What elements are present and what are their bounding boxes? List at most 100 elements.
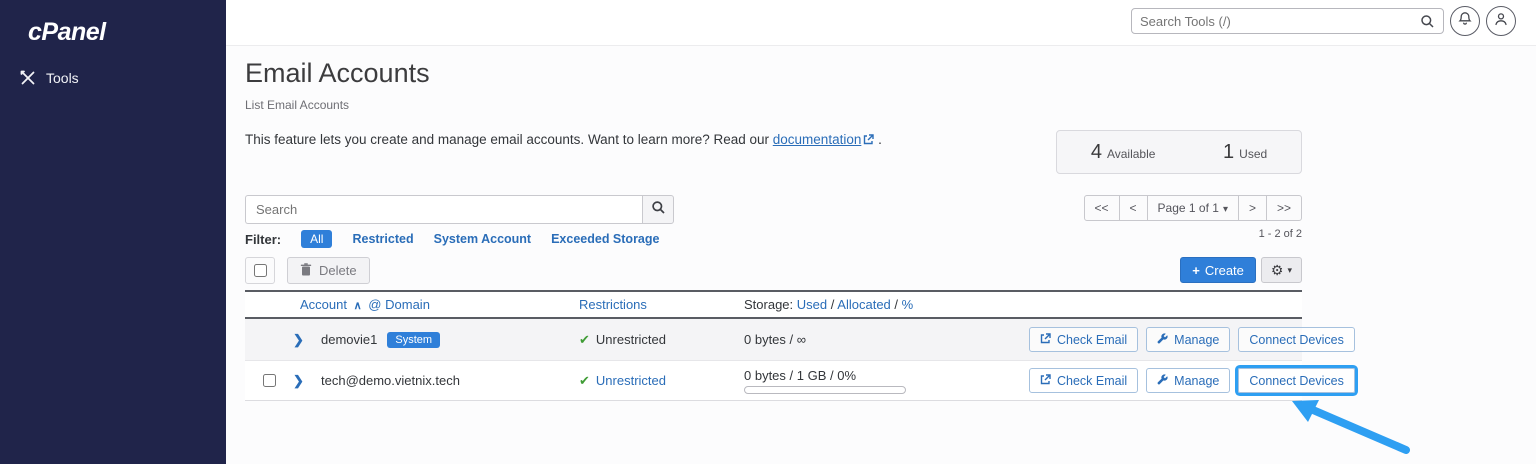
caret-down-icon: ▾: [1287, 265, 1292, 276]
system-badge: System: [387, 332, 440, 348]
settings-dropdown-button[interactable]: ⚙ ▾: [1261, 257, 1302, 283]
sort-percent-link[interactable]: %: [902, 297, 914, 312]
notifications-button[interactable]: [1450, 6, 1480, 36]
storage-value: 0 bytes / 1 GB / 0%: [744, 368, 856, 383]
topbar: [226, 0, 1536, 46]
restriction-value: Unrestricted: [596, 332, 666, 347]
account-name: tech@demo.vietnix.tech: [321, 373, 460, 388]
used-value: 1: [1223, 141, 1234, 164]
connect-devices-button[interactable]: Connect Devices: [1238, 327, 1355, 352]
description-text: This feature lets you create and manage …: [245, 132, 773, 147]
pagination-next-button[interactable]: >: [1238, 195, 1267, 221]
check-email-button[interactable]: Check Email: [1029, 327, 1138, 352]
used-stat: 1 Used: [1223, 141, 1267, 164]
page-title: Email Accounts: [245, 58, 430, 89]
usage-stats-box: 4 Available 1 Used: [1056, 130, 1302, 174]
search-tools-input[interactable]: [1132, 14, 1416, 29]
account-search-button[interactable]: [642, 195, 674, 224]
expand-row-chevron-icon[interactable]: ❯: [293, 332, 321, 348]
restrictions-header-link[interactable]: Restrictions: [579, 297, 647, 312]
check-icon: ✔: [579, 373, 590, 389]
bell-icon: [1458, 11, 1472, 31]
row-checkbox-cell: [245, 374, 293, 387]
select-all-checkbox[interactable]: [254, 264, 267, 277]
sidebar-item-tools[interactable]: Tools: [20, 70, 79, 86]
feature-description: This feature lets you create and manage …: [245, 132, 882, 148]
create-actions: + Create ⚙ ▾: [1180, 257, 1302, 283]
account-cell: tech@demo.vietnix.tech: [321, 373, 579, 388]
row-actions: Check Email Manage Connect Devices: [1029, 327, 1359, 352]
row-checkbox[interactable]: [263, 374, 276, 387]
row-actions: Check Email Manage Connect Devices: [1029, 368, 1359, 393]
email-accounts-table: Account ∧ @ Domain Restrictions Storage:…: [245, 290, 1302, 401]
delete-label: Delete: [319, 263, 357, 278]
used-label: Used: [1239, 147, 1267, 161]
restrictions-cell: ✔ Unrestricted: [579, 332, 744, 348]
restrictions-cell: ✔ Unrestricted: [579, 373, 744, 389]
pagination-prev-button[interactable]: <: [1119, 195, 1148, 221]
sidebar-item-label: Tools: [46, 70, 79, 86]
search-icon[interactable]: [1416, 14, 1443, 29]
restriction-link[interactable]: Unrestricted: [596, 373, 666, 388]
page-subtitle: List Email Accounts: [245, 98, 349, 112]
table-header: Account ∧ @ Domain Restrictions Storage:…: [245, 290, 1302, 319]
search-icon: [651, 200, 666, 220]
wrench-icon: [1157, 374, 1168, 388]
available-value: 4: [1091, 141, 1102, 164]
filter-bar: Filter: All Restricted System Account Ex…: [245, 230, 659, 248]
select-all-box: [245, 257, 275, 284]
filter-label: Filter:: [245, 232, 281, 247]
external-link-icon: [1040, 374, 1051, 388]
pagination-first-button[interactable]: <<: [1084, 195, 1120, 221]
caret-down-icon: ▾: [1223, 204, 1228, 215]
cpanel-logo: cPanel: [28, 18, 106, 47]
column-account-domain: Account ∧ @ Domain: [245, 297, 579, 312]
delete-button[interactable]: Delete: [287, 257, 370, 284]
sort-domain-link[interactable]: Domain: [385, 297, 430, 312]
column-storage: Storage: Used / Allocated / %: [744, 297, 1029, 312]
available-stat: 4 Available: [1091, 141, 1156, 164]
account-search-input[interactable]: [245, 195, 642, 224]
user-menu-button[interactable]: [1486, 6, 1516, 36]
table-row: ❯ demovie1 System ✔ Unrestricted 0 bytes…: [245, 319, 1302, 361]
external-link-icon: [1040, 333, 1051, 347]
sort-up-icon: ∧: [354, 300, 362, 312]
pagination-page-select[interactable]: Page 1 of 1▾: [1147, 195, 1239, 221]
create-button[interactable]: + Create: [1180, 257, 1256, 283]
storage-header-prefix: Storage:: [744, 297, 793, 312]
available-label: Available: [1107, 147, 1155, 161]
account-search: [245, 195, 674, 224]
storage-sep: /: [831, 297, 835, 312]
sort-allocated-link[interactable]: Allocated: [837, 297, 890, 312]
filter-all[interactable]: All: [301, 230, 332, 248]
sort-account-link[interactable]: Account: [300, 297, 347, 312]
description-text-end: .: [874, 132, 882, 147]
storage-sep: /: [894, 297, 898, 312]
at-separator: @: [368, 297, 381, 312]
bulk-actions: Delete: [245, 257, 370, 284]
column-restrictions: Restrictions: [579, 297, 744, 312]
account-name: demovie1: [321, 332, 377, 347]
storage-cell: 0 bytes / 1 GB / 0%: [744, 368, 1029, 394]
documentation-link[interactable]: documentation: [773, 132, 862, 147]
expand-row-chevron-icon[interactable]: ❯: [293, 373, 321, 389]
sort-used-link[interactable]: Used: [797, 297, 827, 312]
trash-icon: [300, 263, 312, 279]
wrench-icon: [1157, 333, 1168, 347]
sidebar: cPanel Tools: [0, 0, 226, 464]
user-icon: [1494, 12, 1508, 31]
main-content: Email Accounts List Email Accounts This …: [226, 46, 1536, 464]
tools-icon: [20, 70, 36, 86]
plus-icon: +: [1192, 263, 1200, 278]
manage-button[interactable]: Manage: [1146, 327, 1230, 352]
check-icon: ✔: [579, 332, 590, 348]
filter-exceeded-storage[interactable]: Exceeded Storage: [551, 232, 659, 246]
filter-restricted[interactable]: Restricted: [352, 232, 413, 246]
connect-devices-button-highlighted[interactable]: Connect Devices: [1238, 368, 1355, 393]
filter-system-account[interactable]: System Account: [434, 232, 531, 246]
manage-button[interactable]: Manage: [1146, 368, 1230, 393]
check-email-button[interactable]: Check Email: [1029, 368, 1138, 393]
storage-value: 0 bytes / ∞: [744, 332, 806, 347]
storage-progress-bar: [744, 386, 906, 394]
pagination-last-button[interactable]: >>: [1266, 195, 1302, 221]
